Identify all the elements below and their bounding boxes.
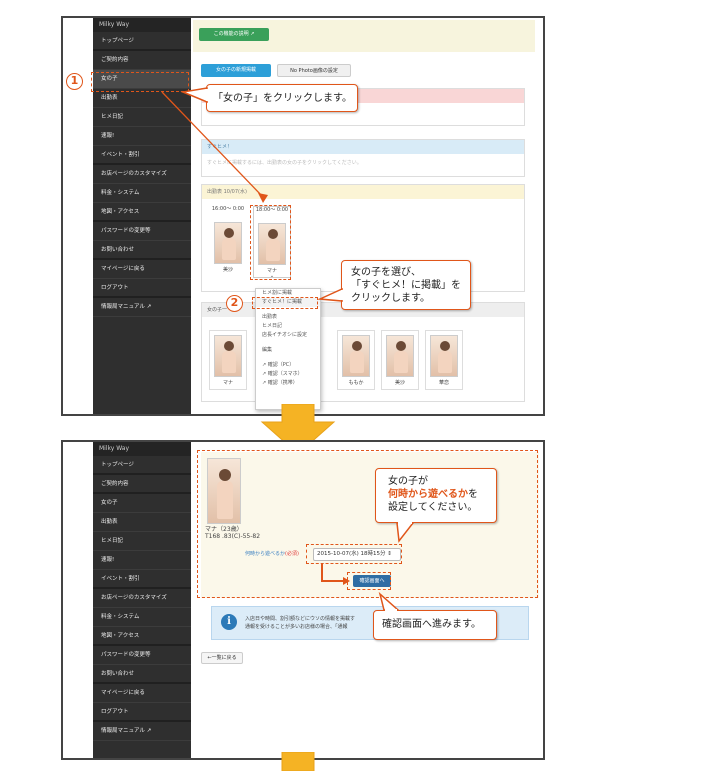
callout-tail-4 [378, 592, 400, 611]
callout-line: 設定してください。 [388, 502, 478, 513]
callout-line: 女の子が [388, 476, 428, 487]
callout-tail-3 [396, 522, 415, 543]
callout-highlight: 何時から遊べるか [388, 489, 468, 500]
callout-go-confirm: 確認画面へ進みます。 [373, 610, 497, 640]
flow-arrow-down-2 [281, 752, 315, 771]
highlight-confirm [347, 572, 391, 590]
callout-set-time: 女の子が 何時から遊べるかを 設定してください。 [375, 468, 497, 523]
callout-suffix: を [468, 489, 478, 500]
pointer-arrow-2 [321, 564, 350, 585]
callout-text: 確認画面へ進みます。 [382, 619, 481, 630]
callout-line: 何時から遊べるかを [388, 488, 484, 501]
